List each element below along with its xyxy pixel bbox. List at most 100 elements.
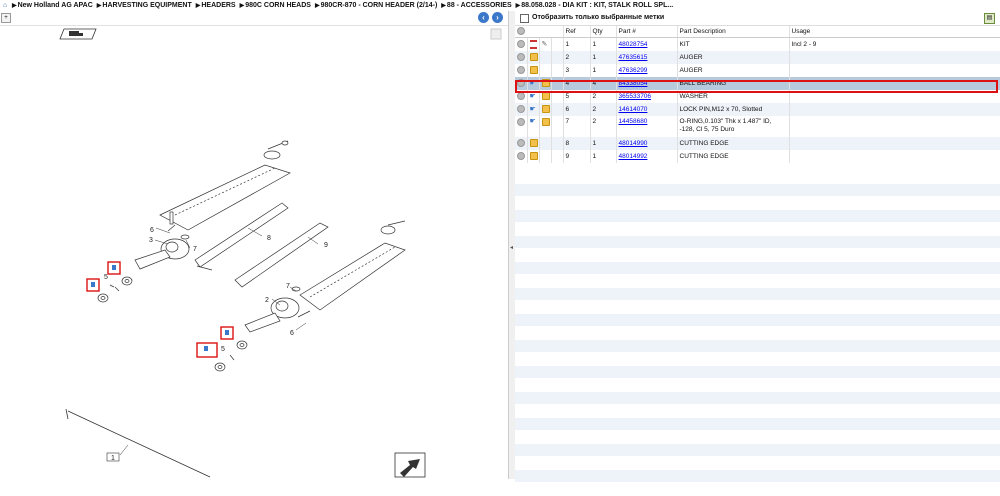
callout-7-lower[interactable]: 7 <box>286 283 290 290</box>
breadcrumb-arrow-icon: ▶ <box>96 3 102 9</box>
truck-icon[interactable] <box>59 28 97 40</box>
breadcrumb-item[interactable]: ▶88.058.028 - DIA KIT : KIT, STALK ROLL … <box>516 2 674 9</box>
show-selected-only-checkbox[interactable] <box>520 14 529 23</box>
table-row[interactable]: 9 1 48014992 CUTTING EDGE <box>515 150 1000 163</box>
lower-bearing-parts <box>214 340 248 372</box>
parts-table: Ref Qty Part # Part Description Usage ✎ 1… <box>515 26 1000 163</box>
row-select-icon[interactable] <box>517 66 525 75</box>
column-header-description[interactable]: Part Description <box>677 26 790 38</box>
package-icon[interactable] <box>541 92 550 101</box>
next-arrow-icon[interactable]: › <box>492 12 503 23</box>
ref-cell: 2 <box>565 54 570 61</box>
hand-icon[interactable]: ☛ <box>530 118 537 125</box>
ref-cell: 9 <box>565 153 570 160</box>
callout-5-upper[interactable]: 5 <box>104 274 108 281</box>
bearing-highlight-boxes[interactable] <box>86 261 234 358</box>
part-number-link[interactable]: 365533706 <box>619 93 652 100</box>
callout-7-upper[interactable]: 7 <box>193 246 197 253</box>
part-number-link[interactable]: 48028754 <box>619 41 648 48</box>
part-number-link[interactable]: 47635615 <box>619 54 648 61</box>
expand-icon[interactable]: + <box>1 13 11 23</box>
ref-cell: 3 <box>565 67 570 74</box>
callout-1-box[interactable]: 1 <box>106 452 120 462</box>
select-all-icon[interactable] <box>517 27 525 36</box>
qty-cell: 1 <box>592 41 597 48</box>
breadcrumb-item[interactable]: ▶HARVESTING EQUIPMENT <box>97 2 192 9</box>
bearing-hand-icons <box>91 265 229 351</box>
row-select-icon[interactable] <box>517 92 525 101</box>
lower-gearbox <box>244 286 311 333</box>
ref-cell: 5 <box>565 93 570 100</box>
hand-icon[interactable]: ☛ <box>530 93 537 100</box>
row-select-icon[interactable] <box>517 139 525 148</box>
qty-cell: 1 <box>592 54 597 61</box>
svg-text:1: 1 <box>111 455 115 462</box>
hand-icon[interactable]: ☛ <box>530 106 537 113</box>
collapse-arrow-icon[interactable]: ◂ <box>510 243 513 253</box>
wrench-icon[interactable]: ✎ <box>542 41 549 48</box>
next-page-arrow-icon[interactable] <box>394 452 426 478</box>
ref-cell: 7 <box>565 118 570 125</box>
callout-2[interactable]: 2 <box>265 297 269 304</box>
qty-cell: 1 <box>592 153 597 160</box>
package-icon[interactable] <box>541 105 550 114</box>
row-select-icon[interactable] <box>517 40 525 49</box>
parts-toolbar: Отобразить только выбранные метки ▤ <box>515 11 1000 26</box>
export-icon[interactable]: ▤ <box>984 13 995 24</box>
usage-cell: Incl 2 - 9 <box>791 41 817 48</box>
row-select-icon[interactable] <box>517 152 525 161</box>
table-row[interactable]: ✎ 1 1 48028754 KIT Incl 2 - 9 <box>515 37 1000 51</box>
show-selected-only-label: Отобразить только выбранные метки <box>532 14 665 21</box>
package-icon[interactable] <box>529 152 538 161</box>
callout-5-lower[interactable]: 5 <box>221 346 225 353</box>
column-header-qty[interactable]: Qty <box>590 26 617 38</box>
callout-6-lower[interactable]: 6 <box>290 330 294 337</box>
previous-arrow-icon[interactable]: ‹ <box>478 12 489 23</box>
callout-8[interactable]: 8 <box>267 235 271 242</box>
column-header-usage[interactable]: Usage <box>789 26 1000 38</box>
qty-cell: 2 <box>592 106 597 113</box>
qty-cell: 1 <box>592 140 597 147</box>
empty-rows <box>515 184 1000 496</box>
package-icon[interactable] <box>529 139 538 148</box>
row-select-icon[interactable] <box>517 53 525 62</box>
kit-icon[interactable] <box>529 39 537 49</box>
column-header-ref[interactable]: Ref <box>563 26 591 38</box>
callout-3[interactable]: 3 <box>149 237 153 244</box>
breadcrumb-item[interactable]: ▶980CR-870 - CORN HEADER (2/14-) <box>315 2 437 9</box>
table-row[interactable]: 8 1 48014990 CUTTING EDGE <box>515 137 1000 150</box>
zoom-box-icon[interactable] <box>490 28 502 40</box>
breadcrumb-item[interactable]: ▶980C CORN HEADS <box>240 2 311 9</box>
callout-6-upper[interactable]: 6 <box>150 227 154 234</box>
column-header-part[interactable]: Part # <box>616 26 678 38</box>
kit-base-line <box>67 410 211 478</box>
table-row[interactable]: 2 1 47635615 AUGER <box>515 51 1000 64</box>
table-row[interactable]: 3 1 47636299 AUGER <box>515 64 1000 77</box>
row-select-icon[interactable] <box>517 105 525 114</box>
breadcrumb-item[interactable]: ▶New Holland AG APAC <box>12 2 93 9</box>
table-row[interactable]: ☛ 6 2 14614070 LOCK PIN,M12 x 70, Slotted <box>515 103 1000 116</box>
part-number-link[interactable]: 48014990 <box>619 140 648 147</box>
selected-row-outline <box>515 80 998 93</box>
row-select-icon[interactable] <box>517 118 525 126</box>
home-icon[interactable]: ⌂ <box>0 0 10 11</box>
table-row[interactable]: ☛ 7 2 14458680 O-RING,0.103" Thk x 1.487" ID… <box>515 116 1000 137</box>
qty-cell: 2 <box>592 93 597 100</box>
ref-cell: 1 <box>565 41 570 48</box>
description-cell: KIT <box>679 41 690 48</box>
description-cell: AUGER <box>679 67 703 74</box>
description-cell: CUTTING EDGE <box>679 153 729 160</box>
package-icon[interactable] <box>529 66 538 75</box>
breadcrumb-item[interactable]: ▶88 - ACCESSORIES <box>441 2 511 9</box>
breadcrumb-arrow-icon: ▶ <box>314 3 320 9</box>
part-number-link[interactable]: 47636299 <box>619 67 648 74</box>
part-number-link[interactable]: 14458680 <box>619 118 648 125</box>
part-number-link[interactable]: 14614070 <box>619 106 648 113</box>
description-cell: LOCK PIN,M12 x 70, Slotted <box>679 106 763 113</box>
package-icon[interactable] <box>541 118 550 126</box>
column-select-all[interactable] <box>515 26 564 38</box>
package-icon[interactable] <box>529 53 538 62</box>
callout-9[interactable]: 9 <box>324 242 328 249</box>
breadcrumb-item[interactable]: ▶HEADERS <box>196 2 236 9</box>
part-number-link[interactable]: 48014992 <box>619 153 648 160</box>
